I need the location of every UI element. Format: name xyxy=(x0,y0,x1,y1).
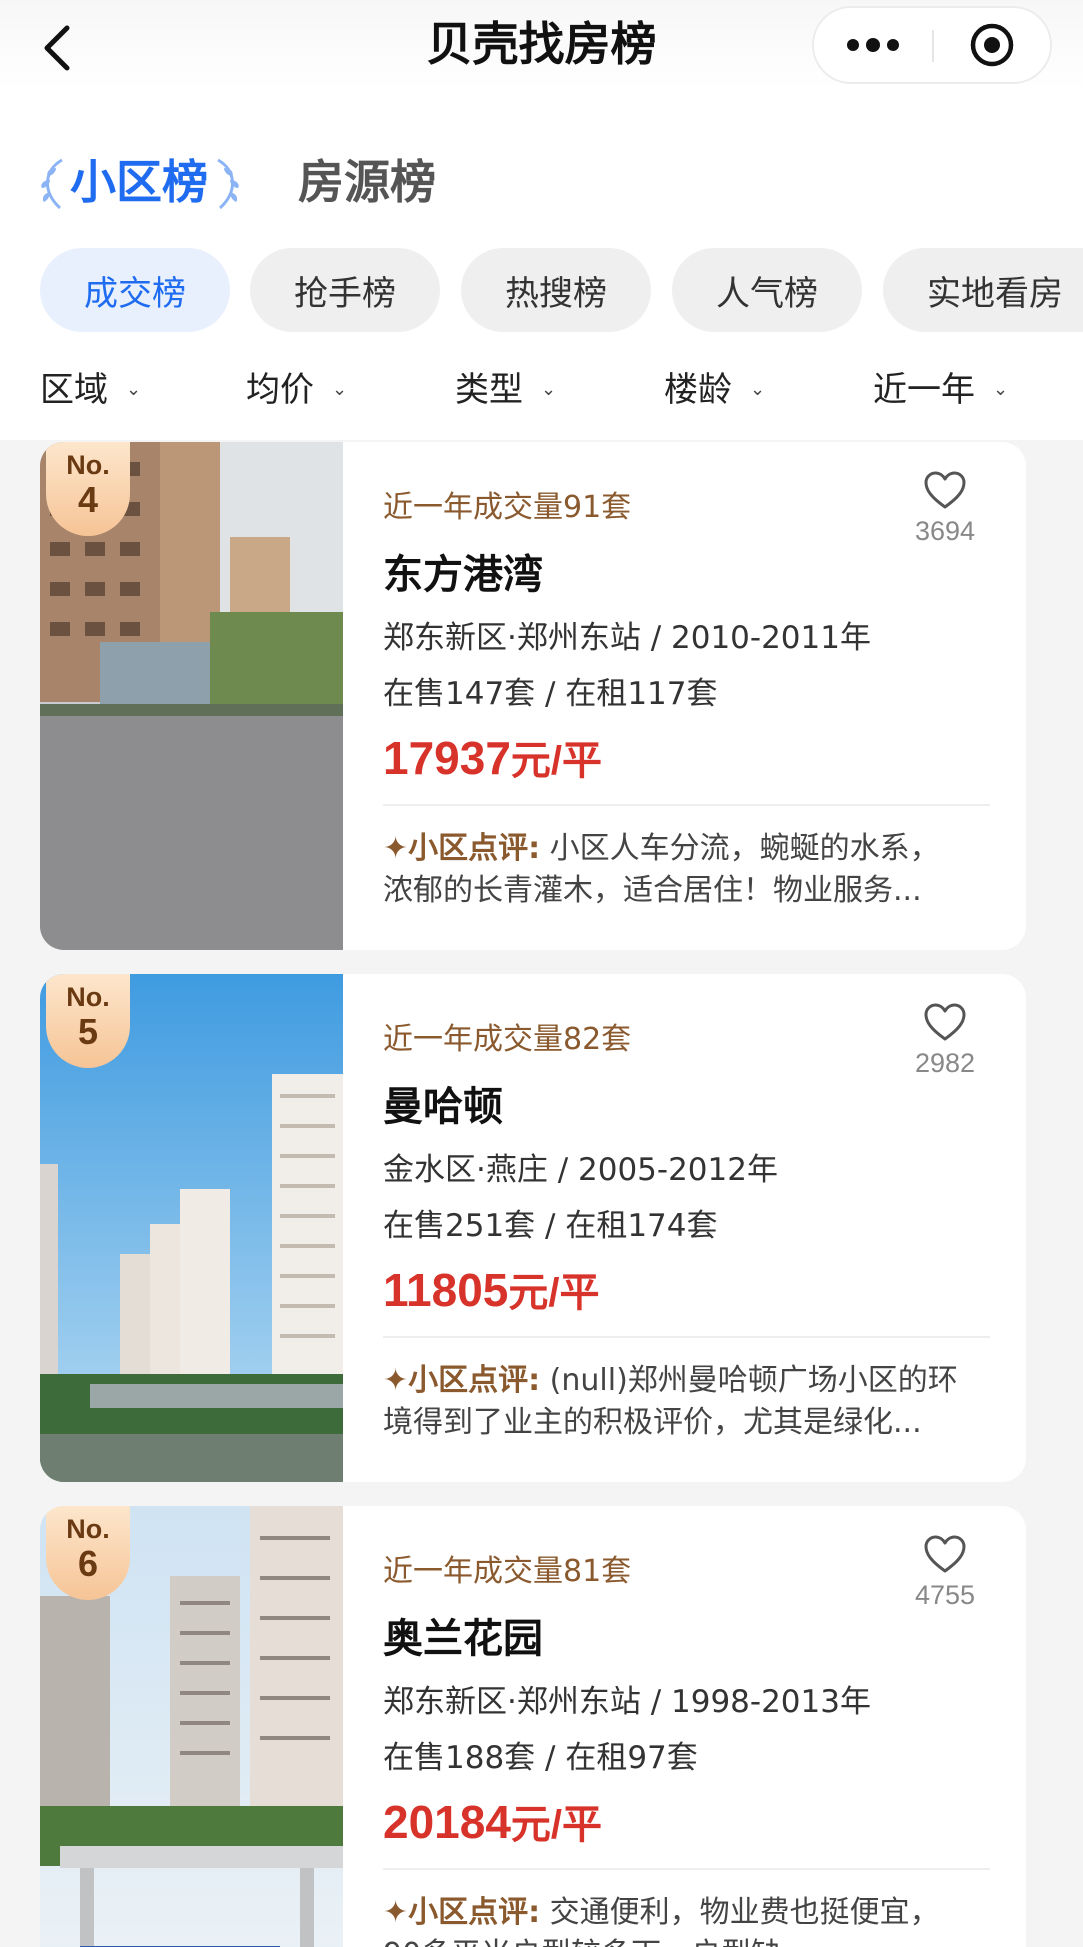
community-card[interactable]: No. 5 近一年成交量82套 2982 曼哈顿 金水区·燕庄 / 2005-2… xyxy=(40,974,1026,1482)
more-dots-icon xyxy=(847,38,899,52)
community-card[interactable]: No. 6 近一年成交量81套 4755 奥兰花园 郑东新区·郑州东站 / 19… xyxy=(40,1506,1026,1947)
sales-volume: 近一年成交量91套 xyxy=(383,490,632,525)
favorite-count: 4755 xyxy=(914,1580,976,1610)
chip-deals[interactable]: 成交榜 xyxy=(40,248,230,332)
filter-label: 区域 xyxy=(40,370,108,410)
filter-district[interactable]: 区域 ⌄ xyxy=(40,365,141,415)
caret-down-icon: ⌄ xyxy=(126,379,142,400)
community-photo: No. 5 xyxy=(40,974,343,1482)
rank-number: 6 xyxy=(77,1543,99,1584)
price-value: 17937 xyxy=(383,732,511,784)
community-card[interactable]: No. 4 近一年成交量91套 3694 东方港湾 郑东新区·郑州东站 / 20… xyxy=(40,442,1026,950)
filter-time-range[interactable]: 近一年 ⌄ xyxy=(873,365,1008,415)
more-button[interactable] xyxy=(814,8,932,82)
filter-type[interactable]: 类型 ⌄ xyxy=(455,365,556,415)
rank-number: 5 xyxy=(77,1011,99,1052)
community-name: 曼哈顿 xyxy=(383,1084,503,1130)
filter-label: 楼龄 xyxy=(664,370,732,410)
close-mini-program-button[interactable] xyxy=(934,8,1050,82)
sparkle-icon: ✦ xyxy=(383,831,409,866)
listing-stock: 在售147套 / 在租117套 xyxy=(383,676,718,712)
review-label: 小区点评: xyxy=(408,831,541,866)
caret-down-icon: ⌄ xyxy=(750,379,766,400)
community-location: 郑东新区·郑州东站 / 1998-2013年 xyxy=(383,1684,871,1720)
sales-volume: 近一年成交量82套 xyxy=(383,1022,632,1057)
filter-building-age[interactable]: 楼龄 ⌄ xyxy=(664,365,765,415)
filter-avg-price[interactable]: 均价 ⌄ xyxy=(246,365,347,415)
rank-prefix: No. xyxy=(66,1514,110,1544)
filter-label: 均价 xyxy=(246,370,314,410)
sparkle-icon: ✦ xyxy=(383,1895,409,1930)
price-unit: 元/平 xyxy=(510,1803,603,1847)
community-photo: No. 4 xyxy=(40,442,343,950)
divider xyxy=(383,804,990,806)
rank-badge: No. 5 xyxy=(46,974,130,1068)
caret-down-icon: ⌄ xyxy=(993,379,1009,400)
rank-badge: No. 4 xyxy=(46,442,130,536)
favorite-button[interactable]: 3694 xyxy=(900,470,990,547)
heart-icon xyxy=(924,1535,966,1573)
avg-price: 11805元/平 xyxy=(383,1260,600,1318)
rank-prefix: No. xyxy=(66,450,110,480)
favorite-count: 2982 xyxy=(914,1048,976,1078)
filter-label: 类型 xyxy=(455,370,523,410)
divider xyxy=(383,1868,990,1870)
community-review: ✦小区点评: 小区人车分流，蜿蜒的水系，浓郁的长青灌木，适合居住！物业服务... xyxy=(383,828,960,912)
divider xyxy=(383,1336,990,1338)
community-location: 金水区·燕庄 / 2005-2012年 xyxy=(383,1152,778,1188)
price-unit: 元/平 xyxy=(510,739,603,783)
avg-price: 17937元/平 xyxy=(383,728,602,786)
caret-down-icon: ⌄ xyxy=(332,379,348,400)
heart-icon xyxy=(924,471,966,509)
listing-stock: 在售188套 / 在租97套 xyxy=(383,1740,698,1776)
chip-popular[interactable]: 人气榜 xyxy=(672,248,862,332)
rank-prefix: No. xyxy=(66,982,110,1012)
card-info: 近一年成交量81套 4755 奥兰花园 郑东新区·郑州东站 / 1998-201… xyxy=(383,1506,990,1947)
mini-program-capsule xyxy=(812,6,1052,84)
tab-community-board[interactable]: 小区榜 xyxy=(70,150,208,214)
tab-listing-board[interactable]: 房源榜 xyxy=(298,150,436,214)
filter-label: 近一年 xyxy=(873,370,975,410)
heart-icon xyxy=(924,1003,966,1041)
price-value: 20184 xyxy=(383,1796,511,1848)
review-label: 小区点评: xyxy=(408,1363,541,1398)
favorite-count: 3694 xyxy=(914,516,976,546)
community-name: 东方港湾 xyxy=(383,552,543,598)
chip-hot-search[interactable]: 热搜榜 xyxy=(461,248,651,332)
rank-badge: No. 6 xyxy=(46,1506,130,1600)
laurel-left-icon xyxy=(41,158,63,210)
card-info: 近一年成交量91套 3694 东方港湾 郑东新区·郑州东站 / 2010-201… xyxy=(383,442,990,950)
review-label: 小区点评: xyxy=(408,1895,541,1930)
avg-price: 20184元/平 xyxy=(383,1792,602,1850)
sales-volume: 近一年成交量81套 xyxy=(383,1554,632,1589)
sparkle-icon: ✦ xyxy=(383,1363,409,1398)
card-info: 近一年成交量82套 2982 曼哈顿 金水区·燕庄 / 2005-2012年 在… xyxy=(383,974,990,1482)
target-icon xyxy=(970,23,1014,67)
caret-down-icon: ⌄ xyxy=(541,379,557,400)
community-location: 郑东新区·郑州东站 / 2010-2011年 xyxy=(383,620,871,656)
laurel-right-icon xyxy=(217,158,239,210)
community-photo: No. 6 xyxy=(40,1506,343,1947)
favorite-button[interactable]: 4755 xyxy=(900,1534,990,1611)
price-unit: 元/平 xyxy=(508,1271,600,1315)
chip-on-site-viewing[interactable]: 实地看房 xyxy=(883,248,1083,332)
community-review: ✦小区点评: 交通便利，物业费也挺便宜，90多平米户型较多下，户型缺... xyxy=(383,1892,960,1947)
chip-hot-sale[interactable]: 抢手榜 xyxy=(250,248,440,332)
price-value: 11805 xyxy=(383,1264,509,1316)
listing-stock: 在售251套 / 在租174套 xyxy=(383,1208,718,1244)
community-name: 奥兰花园 xyxy=(383,1616,543,1662)
favorite-button[interactable]: 2982 xyxy=(900,1002,990,1079)
rank-number: 4 xyxy=(77,479,99,520)
community-review: ✦小区点评: (null)郑州曼哈顿广场小区的环境得到了业主的积极评价，尤其是绿… xyxy=(383,1360,960,1444)
